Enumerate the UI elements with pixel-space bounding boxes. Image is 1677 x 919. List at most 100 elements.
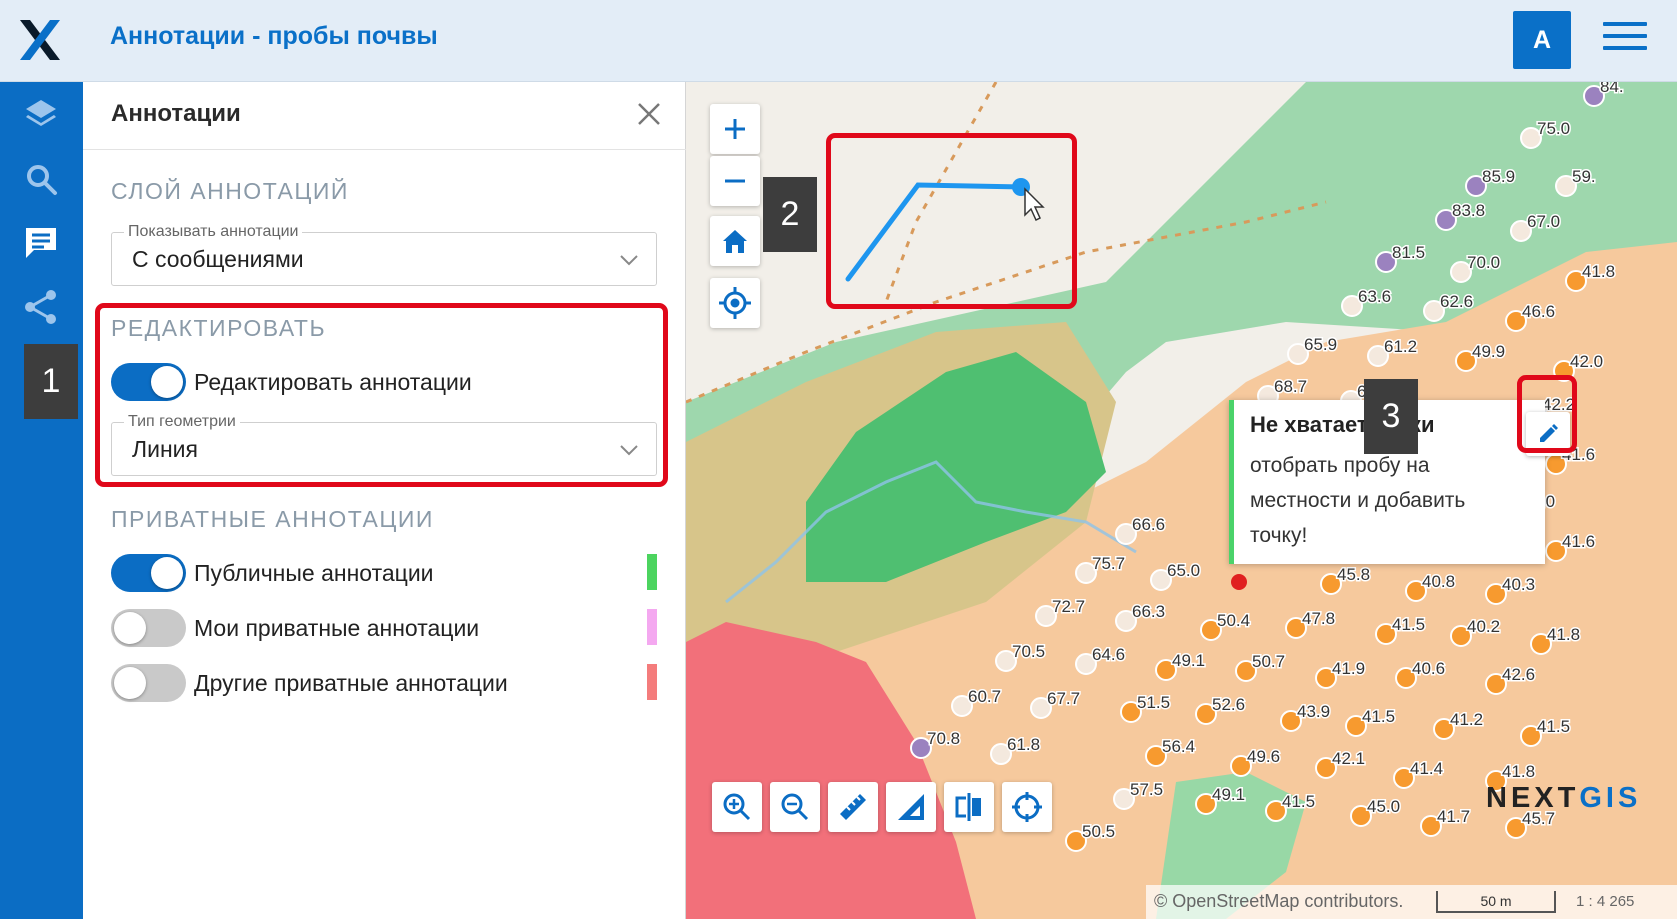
sample-point-label: 41.5 bbox=[1392, 615, 1425, 634]
annotations-icon[interactable] bbox=[20, 222, 62, 264]
sample-point-label: 67.0 bbox=[1527, 212, 1560, 231]
app-root: Аннотации - пробы почвы A Аннотации СЛОЙ… bbox=[0, 0, 1677, 919]
hamburger-menu-button[interactable] bbox=[1603, 22, 1647, 56]
layers-icon[interactable] bbox=[20, 94, 62, 136]
app-header: Аннотации - пробы почвы A bbox=[0, 0, 1677, 82]
panel-title: Аннотации bbox=[111, 100, 241, 127]
close-icon[interactable] bbox=[633, 98, 665, 130]
sample-point-label: 42.1 bbox=[1332, 749, 1365, 768]
private-section-title: ПРИВАТНЫЕ АННОТАЦИИ bbox=[111, 506, 434, 532]
sample-point-label: 66.3 bbox=[1132, 602, 1165, 621]
toggle-knob bbox=[114, 667, 146, 699]
sample-point-label: 70.8 bbox=[927, 729, 960, 748]
compare-icon bbox=[955, 793, 981, 821]
sample-point-label: 41.8 bbox=[1582, 262, 1615, 281]
show-annotations-select[interactable]: Показывать аннотации С сообщениями bbox=[111, 223, 657, 286]
search-icon[interactable] bbox=[20, 158, 62, 200]
toggle-knob bbox=[114, 612, 146, 644]
attribution-link[interactable]: © OpenStreetMap contributors. bbox=[1154, 891, 1403, 912]
show-annotations-label: Показывать аннотации bbox=[124, 223, 303, 241]
nextgis-logo[interactable] bbox=[16, 16, 64, 64]
sample-point-label: 57.5 bbox=[1130, 780, 1163, 799]
other-private-annotations-color bbox=[647, 664, 657, 700]
home-icon bbox=[723, 230, 747, 253]
sample-point-label: 65.0 bbox=[1167, 561, 1200, 580]
sample-point-label: 42.0 bbox=[1570, 352, 1603, 371]
public-annotations-toggle[interactable] bbox=[111, 554, 186, 592]
zoom-out-button[interactable] bbox=[710, 156, 760, 206]
minus-icon bbox=[725, 179, 745, 183]
sample-point-label: 70.0 bbox=[1467, 253, 1500, 272]
sample-point-label: 41.4 bbox=[1410, 759, 1443, 778]
swipe-compare-button[interactable] bbox=[944, 782, 994, 832]
sidebar-nav bbox=[0, 82, 83, 919]
sample-point-label: 45.8 bbox=[1337, 565, 1370, 584]
zoom-out-rect-button[interactable] bbox=[770, 782, 820, 832]
sample-point-label: 41.6 bbox=[1562, 532, 1595, 551]
annotation-popup-body: отобрать пробу на местности и добавить т… bbox=[1250, 454, 1466, 547]
sample-point-label: 47.8 bbox=[1302, 609, 1335, 628]
panel-header: Аннотации bbox=[83, 82, 686, 150]
my-private-annotations-toggle[interactable] bbox=[111, 609, 186, 647]
other-private-annotations-label: Другие приватные аннотации bbox=[194, 670, 508, 696]
sample-point-label: 62.6 bbox=[1440, 292, 1473, 311]
annotation-layer-section-title: СЛОЙ АННОТАЦИЙ bbox=[111, 178, 349, 204]
scale-ratio: 1 : 4 265 bbox=[1576, 893, 1635, 910]
highlight-frame-line bbox=[826, 133, 1077, 309]
sample-point-label: 49.9 bbox=[1472, 342, 1505, 361]
map-attribution-bar: © OpenStreetMap contributors. 50 m 1 : 4… bbox=[1146, 885, 1677, 919]
sample-point-label: 60.7 bbox=[968, 687, 1001, 706]
sample-point-label: 50.5 bbox=[1082, 822, 1115, 841]
sample-point-label: 41.8 bbox=[1502, 762, 1535, 781]
sample-point-label: 41.5 bbox=[1282, 792, 1315, 811]
scale-bar: 50 m bbox=[1436, 891, 1556, 913]
sample-point-label: 50.7 bbox=[1252, 652, 1285, 671]
target-icon bbox=[1012, 792, 1042, 822]
annotations-panel: Аннотации СЛОЙ АННОТАЦИЙ Показывать анно… bbox=[83, 82, 686, 919]
sample-point-label: 70.5 bbox=[1012, 642, 1045, 661]
map-view[interactable]: 84. 75.0 85.9 59. 83.8 67.0 81.5 70.0 41.8 63.6 62… bbox=[686, 82, 1677, 919]
sample-point-label: 41.8 bbox=[1547, 625, 1580, 644]
public-annotations-label: Публичные аннотации bbox=[194, 560, 434, 586]
sample-point-label: 49.1 bbox=[1212, 785, 1245, 804]
sample-point-label: 67.7 bbox=[1047, 689, 1080, 708]
area-ruler-icon bbox=[898, 794, 924, 820]
plus-icon bbox=[725, 119, 745, 139]
geolocate-button[interactable] bbox=[710, 278, 760, 328]
sample-point-label: 41.9 bbox=[1332, 659, 1365, 678]
sample-point-label: 61.8 bbox=[1007, 735, 1040, 754]
sample-point-label: 63.6 bbox=[1358, 287, 1391, 306]
highlight-frame-edit-button bbox=[1517, 375, 1577, 453]
menu-line-icon bbox=[1603, 34, 1647, 38]
share-icon[interactable] bbox=[20, 286, 62, 328]
highlight-frame-edit bbox=[95, 303, 668, 487]
nextgis-brand: NEXTGIS bbox=[1486, 782, 1641, 815]
sample-point-label: 72.7 bbox=[1052, 597, 1085, 616]
toggle-knob bbox=[151, 557, 183, 589]
zoom-in-button[interactable] bbox=[710, 104, 760, 154]
sample-point-label: 81.5 bbox=[1392, 243, 1425, 262]
measure-distance-button[interactable] bbox=[828, 782, 878, 832]
zoom-in-rect-button[interactable] bbox=[712, 782, 762, 832]
annotation-marker[interactable] bbox=[1231, 574, 1247, 590]
zoom-in-icon bbox=[723, 793, 751, 821]
chevron-down-icon bbox=[620, 255, 638, 266]
menu-line-icon bbox=[1603, 46, 1647, 50]
sample-point-label: 75.0 bbox=[1537, 119, 1570, 138]
sample-point-label: 75.7 bbox=[1092, 554, 1125, 573]
user-avatar-button[interactable]: A bbox=[1513, 11, 1571, 69]
my-private-annotations-color bbox=[647, 609, 657, 645]
home-button[interactable] bbox=[710, 216, 760, 266]
measure-area-button[interactable] bbox=[886, 782, 936, 832]
sample-point-label: 59. bbox=[1572, 167, 1596, 186]
zoom-out-icon bbox=[781, 793, 809, 821]
sample-point-label: 51.5 bbox=[1137, 693, 1170, 712]
menu-line-icon bbox=[1603, 22, 1647, 26]
identify-button[interactable] bbox=[1002, 782, 1052, 832]
public-annotations-color bbox=[647, 554, 657, 590]
sample-point-label: 41.5 bbox=[1362, 707, 1395, 726]
sample-point-label: 85.9 bbox=[1482, 167, 1515, 186]
callout-number: 1 bbox=[24, 344, 78, 419]
other-private-annotations-toggle[interactable] bbox=[111, 664, 186, 702]
show-annotations-value: С сообщениями bbox=[132, 246, 304, 272]
